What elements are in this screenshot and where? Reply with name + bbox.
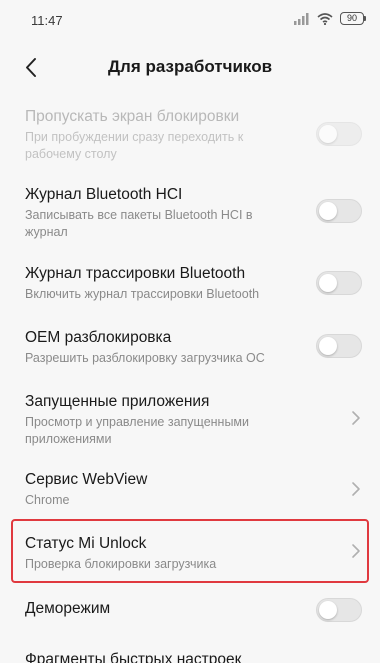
toggle-switch[interactable] [316,122,362,146]
setting-title: Запущенные приложения [25,393,210,410]
setting-title: Журнал трассировки Bluetooth [25,265,246,282]
chevron-right-icon [352,544,360,558]
setting-subtitle: Проверка блокировки загрузчика [25,556,275,573]
wifi-icon [317,12,333,25]
setting-subtitle: Просмотр и управление запущенными прилож… [25,414,275,448]
toggle-switch[interactable] [316,598,362,622]
setting-subtitle-line: Разрешить разблокировку загрузчика ОС [25,351,265,365]
setting-subtitle-line: рабочему столу [25,147,117,161]
setting-title: Пропускать экран блокировки [25,108,240,125]
setting-subtitle-line: Проверка блокировки загрузчика [25,557,217,571]
setting-subtitle-line: Включить журнал трассировки Bluetooth [25,287,260,301]
setting-subtitle: При пробуждении сразу переходить к рабоч… [25,129,275,163]
setting-subtitle: Chrome [25,492,275,509]
chevron-right-icon [352,411,360,425]
battery-icon: 90 [340,12,366,25]
status-time: 11:47 [31,13,63,28]
setting-bluetooth-hci-log[interactable]: Журнал Bluetooth HCI Записывать все паке… [0,180,380,244]
header: Для разработчиков [0,40,380,96]
chevron-right-icon [352,482,360,496]
setting-bluetooth-trace-log[interactable]: Журнал трассировки Bluetooth Включить жу… [0,259,380,307]
setting-subtitle-line: журнал [25,225,68,239]
setting-title: Фрагменты быстрых настроек [25,651,242,663]
setting-title: Статус Mi Unlock [25,535,147,552]
setting-subtitle: Записывать все пакеты Bluetooth HCI в жу… [25,207,275,241]
setting-subtitle: Разрешить разблокировку загрузчика ОС [25,350,305,367]
setting-webview-service[interactable]: Сервис WebView Chrome [0,465,380,513]
setting-mi-unlock-status[interactable]: Статус Mi Unlock Проверка блокировки заг… [0,529,380,577]
setting-oem-unlock[interactable]: OEM разблокировка Разрешить разблокировк… [0,323,380,371]
status-bar: 11:47 90 [0,0,380,40]
status-icons: 90 [294,12,366,25]
setting-subtitle-line: Просмотр и управление запущенными [25,415,250,429]
setting-subtitle-line: Chrome [25,493,70,507]
setting-skip-lock-screen[interactable]: Пропускать экран блокировки При пробужде… [0,103,380,165]
setting-running-apps[interactable]: Запущенные приложения Просмотр и управле… [0,387,380,451]
setting-subtitle: Включить журнал трассировки Bluetooth [25,286,305,303]
setting-subtitle-line: Записывать все пакеты Bluetooth HCI в [25,208,253,222]
toggle-switch[interactable] [316,199,362,223]
setting-quick-settings-tiles[interactable]: Фрагменты быстрых настроек [0,646,380,663]
signal-icon [294,12,309,25]
toggle-switch[interactable] [316,271,362,295]
page-title: Для разработчиков [107,57,273,76]
setting-title: Журнал Bluetooth HCI [25,186,183,203]
setting-demo-mode[interactable]: Деморежим [0,595,380,629]
setting-subtitle-line: приложениями [25,432,112,446]
setting-title: OEM разблокировка [25,329,172,346]
toggle-switch[interactable] [316,334,362,358]
setting-subtitle-line: При пробуждении сразу переходить к [25,130,244,144]
setting-title: Деморежим [25,600,111,617]
setting-title: Сервис WebView [25,471,148,488]
